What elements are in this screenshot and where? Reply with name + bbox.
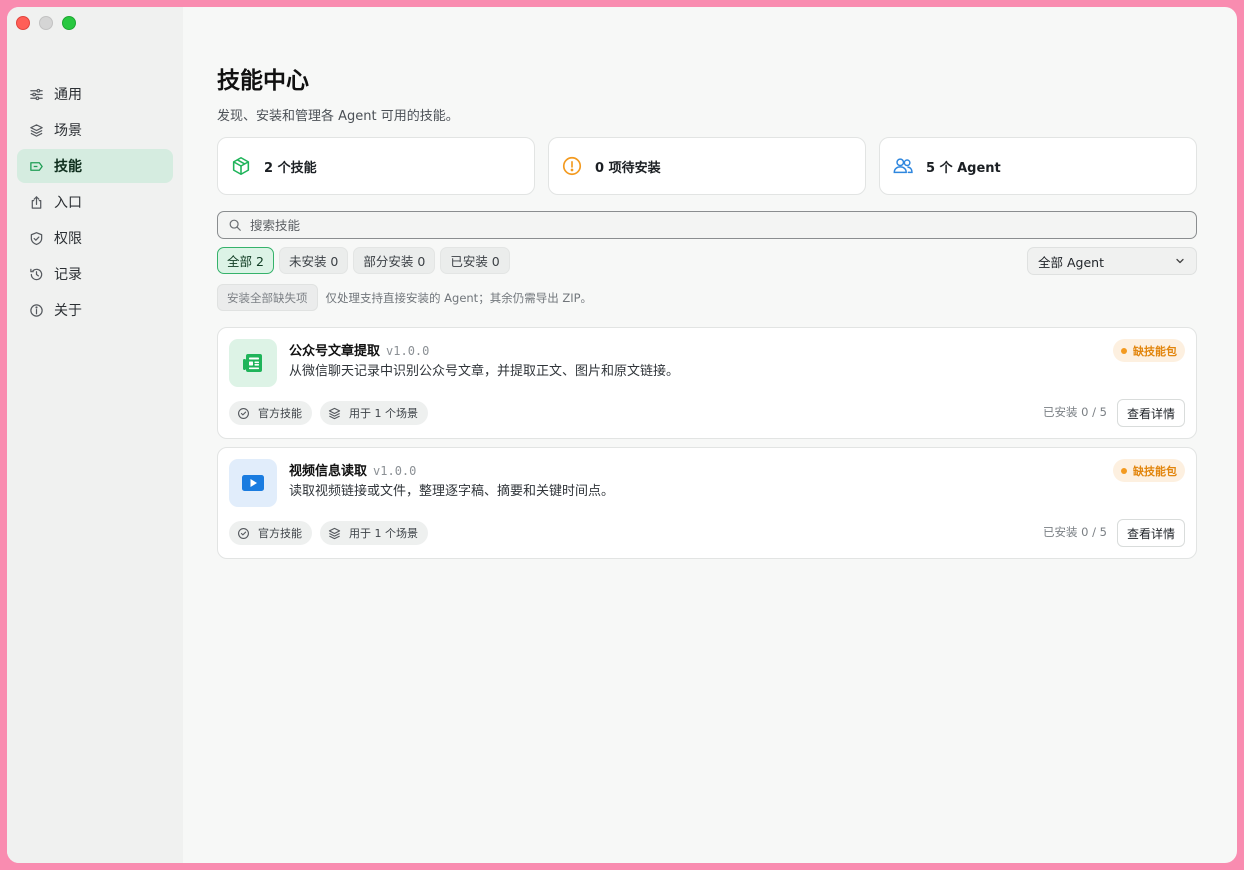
skill-icon-tile: [229, 339, 277, 387]
layers-icon: [328, 407, 341, 419]
info-icon: [30, 303, 43, 317]
filter-installed[interactable]: 已安装 0: [440, 247, 510, 274]
skill-tags: 官方技能 用于 1 个场景: [229, 401, 428, 425]
sidebar: 通用 场景 技能 入口 权限 记录 关于: [7, 7, 183, 863]
skill-description: 从微信聊天记录中识别公众号文章，并提取正文、图片和原文链接。: [289, 364, 680, 379]
install-count: 已安装 0 / 5: [1043, 405, 1107, 419]
tag-scenes: 用于 1 个场景: [320, 521, 428, 545]
sidebar-item-label: 记录: [54, 267, 82, 283]
sidebar-item-label: 技能: [54, 159, 82, 175]
layers-icon: [328, 527, 341, 539]
alert-circle-icon: [562, 156, 582, 176]
status-dot: [1121, 347, 1127, 354]
skill-name: 视频信息读取 v1.0.0: [289, 460, 416, 479]
chevron-down-icon: [1176, 258, 1184, 264]
search-box[interactable]: [217, 211, 1197, 239]
skill-list: 公众号文章提取 v1.0.0 从微信聊天记录中识别公众号文章，并提取正文、图片和原…: [217, 327, 1197, 567]
play-icon: [242, 475, 264, 491]
stats-row: 2 个技能 0 项待安装 5 个 Agent: [217, 137, 1197, 195]
bulk-install-row: 安装全部缺失项 仅处理支持直接安装的 Agent；其余仍需导出 ZIP。: [217, 284, 592, 311]
tag-official: 官方技能: [229, 521, 312, 545]
skill-icon-tile: [229, 459, 277, 507]
sidebar-item-scenes[interactable]: 场景: [17, 113, 173, 147]
search-input[interactable]: [250, 217, 1150, 233]
skill-icon: [30, 161, 43, 171]
sidebar-item-general[interactable]: 通用: [17, 77, 173, 111]
skill-card[interactable]: 公众号文章提取 v1.0.0 从微信聊天记录中识别公众号文章，并提取正文、图片和原…: [217, 327, 1197, 439]
article-icon: [243, 354, 262, 372]
tag-official-label: 官方技能: [258, 527, 302, 540]
sidebar-item-label: 关于: [54, 303, 82, 319]
badge-check-icon: [238, 527, 249, 539]
page-title: 技能中心: [217, 68, 309, 94]
skill-name: 公众号文章提取 v1.0.0: [289, 340, 429, 359]
stat-card-pending: 0 项待安装: [548, 137, 866, 195]
share-icon: [31, 195, 42, 209]
sidebar-item-label: 入口: [54, 195, 82, 211]
app-window: 通用 场景 技能 入口 权限 记录 关于 技能中心 发现、安装和管理各 Agen…: [7, 7, 1237, 863]
window-controls: [16, 16, 76, 30]
users-icon: [893, 158, 913, 174]
stat-skills-label: 2 个技能: [264, 160, 317, 176]
sliders-icon: [30, 88, 43, 100]
skill-name-text: 视频信息读取: [289, 464, 368, 479]
view-details-button[interactable]: 查看详情: [1116, 399, 1185, 427]
tag-scenes-label: 用于 1 个场景: [349, 527, 418, 540]
skill-version: v1.0.0: [386, 344, 430, 358]
sidebar-item-permissions[interactable]: 权限: [17, 221, 173, 255]
agent-filter-value: 全部 Agent: [1038, 254, 1104, 270]
skill-card[interactable]: 视频信息读取 v1.0.0 读取视频链接或文件，整理逐字稿、摘要和关键时间点。 缺…: [217, 447, 1197, 559]
sidebar-item-about[interactable]: 关于: [17, 293, 173, 327]
view-details-button[interactable]: 查看详情: [1116, 519, 1185, 547]
skill-description: 读取视频链接或文件，整理逐字稿、摘要和关键时间点。: [289, 484, 615, 499]
search-icon: [229, 219, 241, 231]
tag-scenes: 用于 1 个场景: [320, 401, 428, 425]
install-count: 已安装 0 / 5: [1043, 525, 1107, 539]
sidebar-item-entry[interactable]: 入口: [17, 185, 173, 219]
status-dot: [1121, 467, 1127, 474]
skill-name-text: 公众号文章提取: [289, 344, 381, 359]
sidebar-item-history[interactable]: 记录: [17, 257, 173, 291]
status-badge-label: 缺技能包: [1133, 464, 1177, 478]
sidebar-item-label: 权限: [54, 231, 82, 247]
stat-agents-label: 5 个 Agent: [926, 160, 1001, 176]
sidebar-item-label: 通用: [54, 87, 82, 103]
sidebar-item-label: 场景: [54, 123, 82, 139]
filter-partial[interactable]: 部分安装 0: [353, 247, 436, 274]
filter-not-installed[interactable]: 未安装 0: [278, 247, 349, 274]
status-badge: 缺技能包: [1113, 459, 1185, 482]
status-filters: 全部 2 未安装 0 部分安装 0 已安装 0: [217, 247, 510, 274]
close-window-button[interactable]: [16, 16, 30, 30]
zoom-window-button[interactable]: [62, 16, 76, 30]
page-subtitle: 发现、安装和管理各 Agent 可用的技能。: [217, 109, 459, 124]
main-content: 技能中心 发现、安装和管理各 Agent 可用的技能。 2 个技能 0 项待安装: [217, 7, 1197, 863]
sidebar-nav: 通用 场景 技能 入口 权限 记录 关于: [17, 77, 173, 329]
layers-icon: [30, 123, 43, 137]
bulk-install-hint: 仅处理支持直接安装的 Agent；其余仍需导出 ZIP。: [325, 290, 593, 305]
skill-version: v1.0.0: [373, 464, 417, 478]
minimize-window-button[interactable]: [39, 16, 53, 30]
status-badge: 缺技能包: [1113, 339, 1185, 362]
tag-scenes-label: 用于 1 个场景: [349, 407, 418, 420]
install-all-missing-button[interactable]: 安装全部缺失项: [217, 284, 318, 311]
stat-card-agents: 5 个 Agent: [879, 137, 1197, 195]
skill-tags: 官方技能 用于 1 个场景: [229, 521, 428, 545]
stat-pending-label: 0 项待安装: [595, 160, 661, 176]
tag-official: 官方技能: [229, 401, 312, 425]
status-badge-label: 缺技能包: [1133, 344, 1177, 358]
sidebar-item-skills[interactable]: 技能: [17, 149, 173, 183]
filter-all[interactable]: 全部 2: [217, 247, 274, 274]
agent-filter-select[interactable]: 全部 Agent: [1027, 247, 1197, 275]
stat-card-skills: 2 个技能: [217, 137, 535, 195]
shield-icon: [30, 231, 43, 245]
history-icon: [30, 268, 43, 280]
package-icon: [232, 156, 250, 176]
tag-official-label: 官方技能: [258, 407, 302, 420]
badge-check-icon: [238, 407, 249, 419]
